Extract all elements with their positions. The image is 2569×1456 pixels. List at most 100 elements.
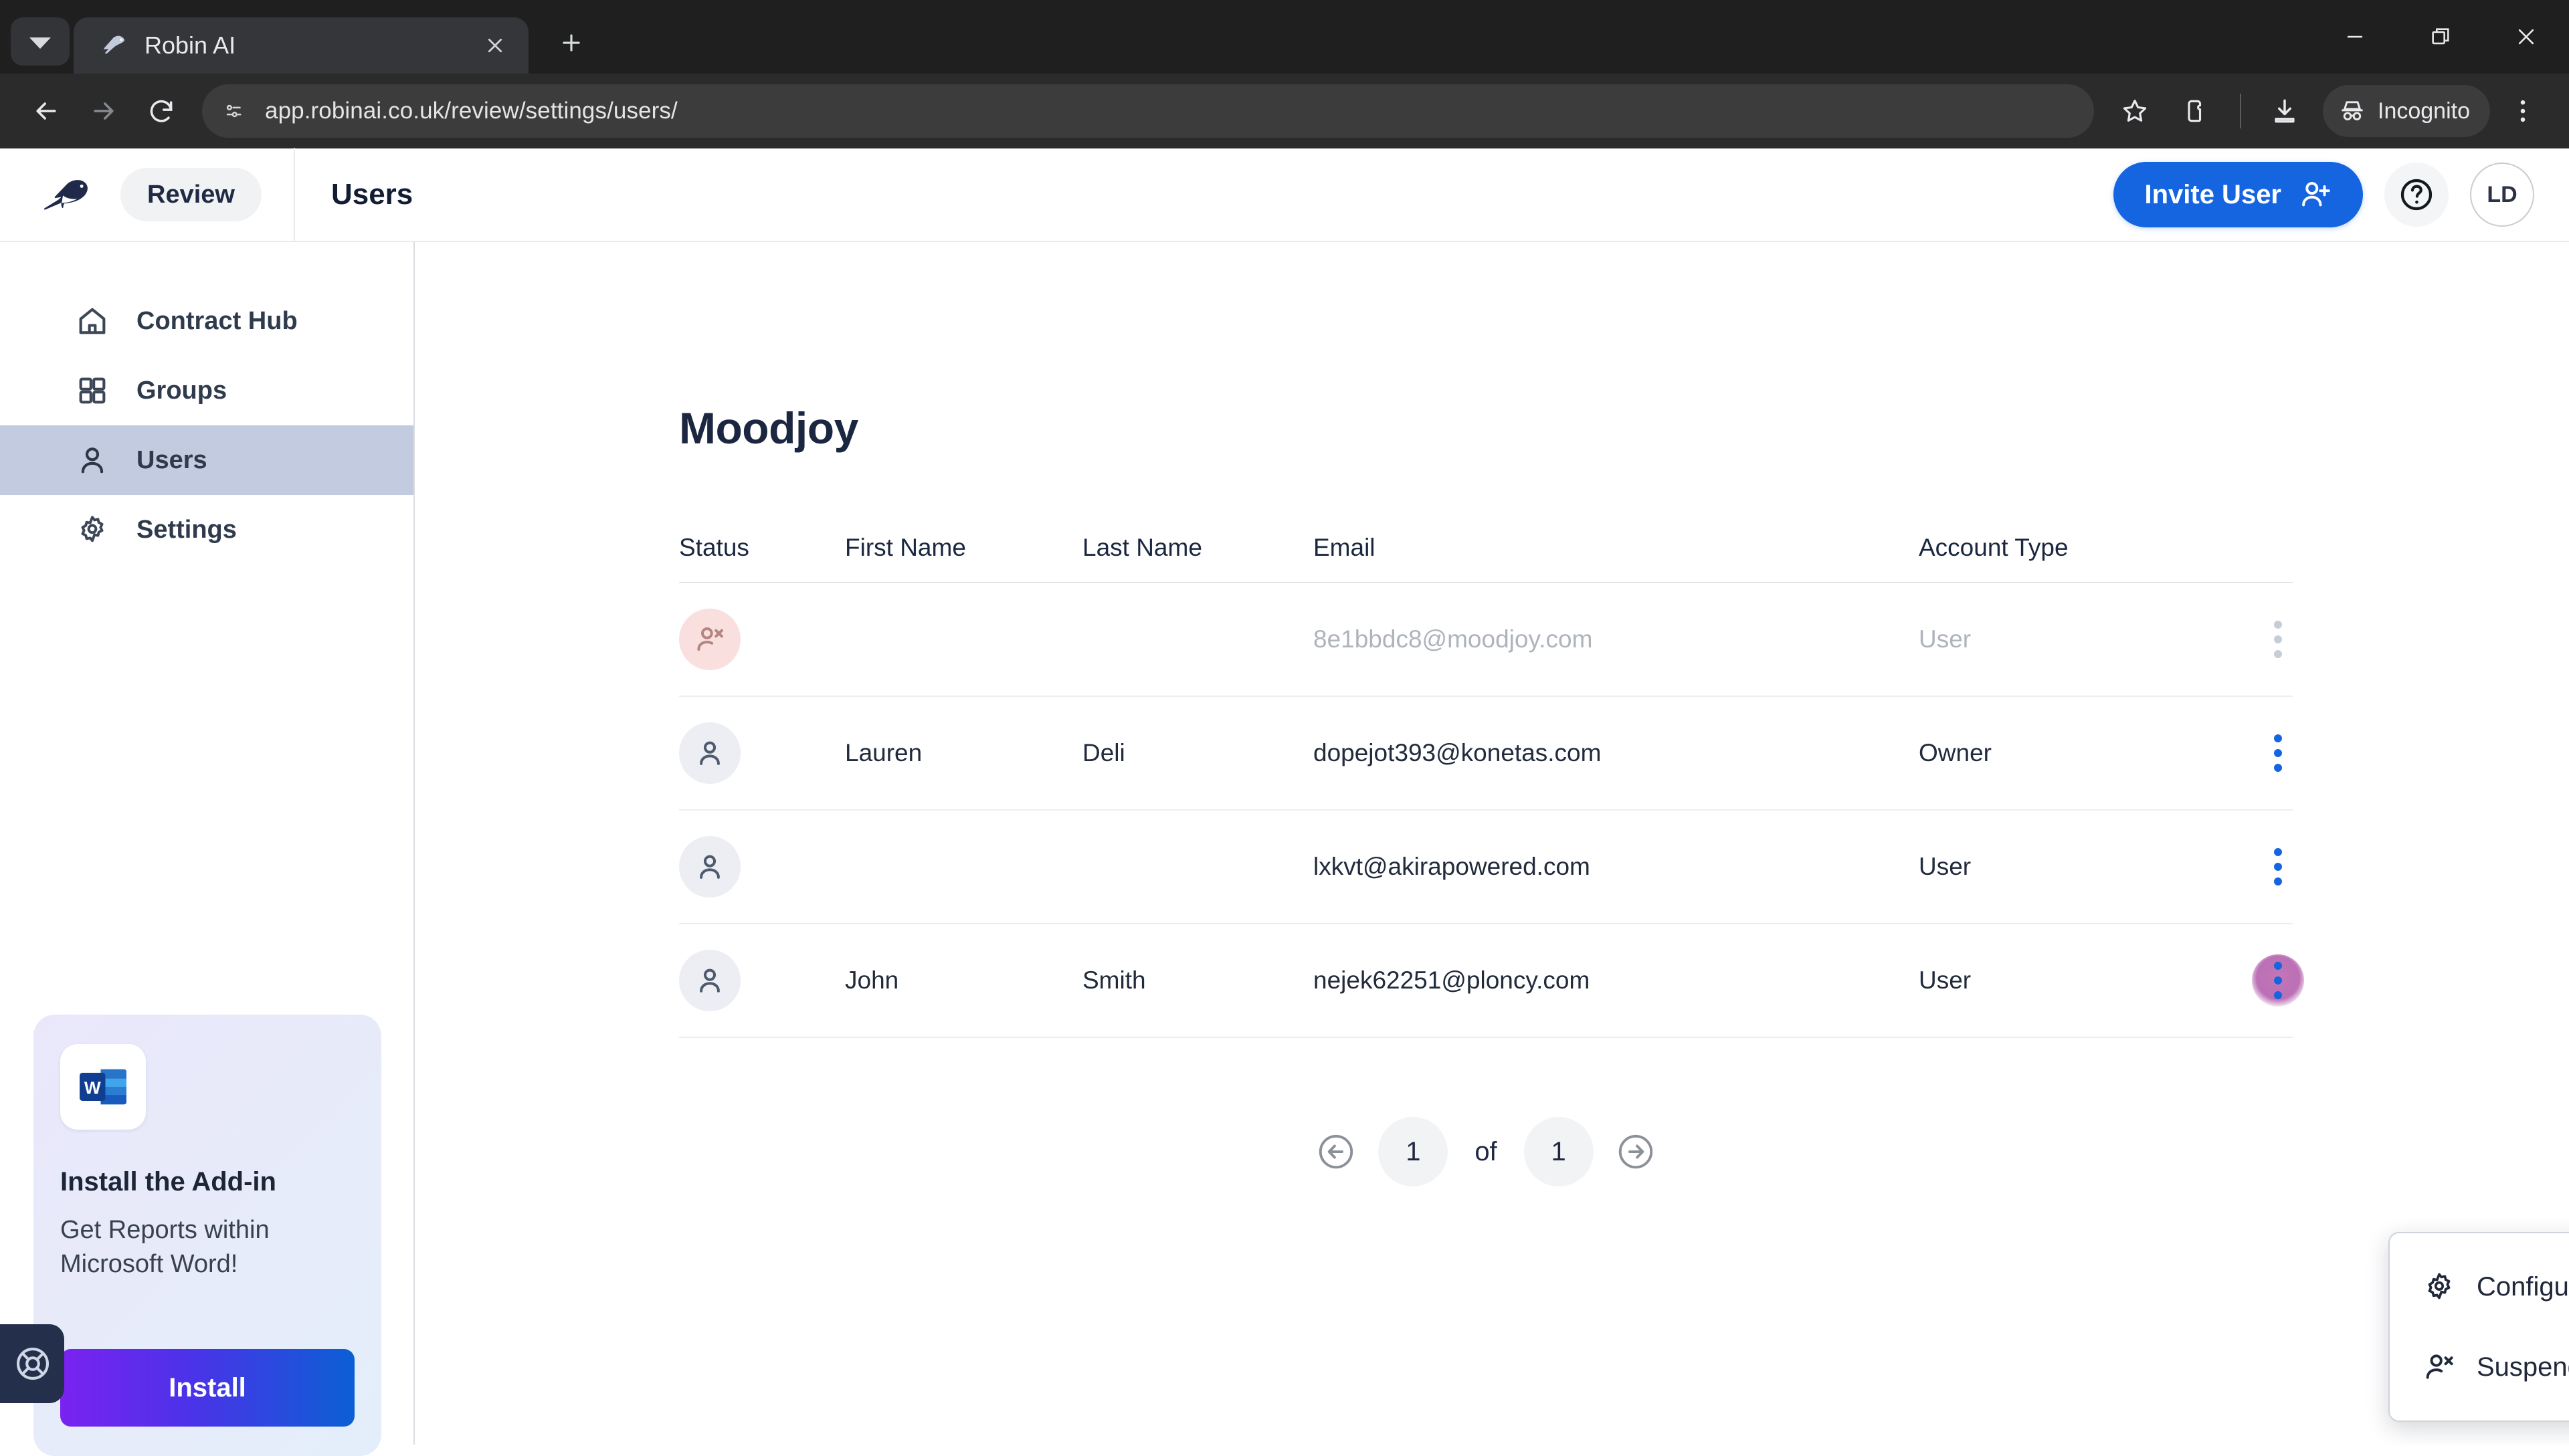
toolbar-divider [2240, 94, 2241, 128]
robin-bird-logo[interactable] [32, 174, 106, 215]
app-header: Review Users Invite User LD [0, 148, 2569, 242]
avatar[interactable]: LD [2470, 163, 2534, 227]
row-account-type: Owner [1919, 739, 1992, 766]
reload-button[interactable] [132, 82, 190, 140]
downloads-button[interactable] [2256, 82, 2313, 140]
row-first-name: John [845, 966, 899, 994]
users-table-header: Status First Name Last Name Email Accoun… [679, 534, 2293, 583]
bookmark-button[interactable] [2106, 82, 2164, 140]
sidebar-item-label: Groups [136, 376, 227, 405]
page-info-icon[interactable] [214, 91, 254, 131]
row-account-type: User [1919, 853, 1972, 880]
column-header-account-type: Account Type [1919, 534, 2069, 561]
page-title: Users [330, 178, 413, 211]
forward-button[interactable] [75, 82, 132, 140]
lifebuoy-icon [16, 1347, 50, 1380]
user-plus-icon [2302, 182, 2330, 207]
chevron-down-icon [29, 37, 51, 49]
browser-toolbar: app.robinai.co.uk/review/settings/users/… [0, 74, 2569, 148]
microsoft-word-icon: W [60, 1044, 146, 1130]
star-icon [2123, 100, 2147, 122]
install-addin-subtitle: Get Reports within Microsoft Word! [60, 1216, 270, 1278]
svg-text:W: W [84, 1078, 101, 1098]
tab-title: Robin AI [145, 31, 236, 59]
extensions-button[interactable] [2168, 82, 2225, 140]
incognito-label: Incognito [2378, 98, 2470, 124]
row-context-menu: Configure Suspend [2388, 1232, 2569, 1422]
toolbar-actions: Incognito [2106, 82, 2552, 140]
grid-icon [79, 377, 106, 404]
sidebar-item-contract-hub[interactable]: Contract Hub [0, 286, 413, 356]
avatar-initials: LD [2487, 181, 2517, 207]
table-row[interactable]: Lauren Deli dopejot393@konetas.com Owner [679, 697, 2293, 811]
browser-tab[interactable]: Robin AI [74, 17, 529, 74]
forward-arrow-icon [94, 102, 114, 120]
menu-item-configure[interactable]: Configure [2390, 1247, 2569, 1327]
table-row[interactable]: John Smith nejek62251@ploncy.com User [679, 924, 2304, 1038]
row-status [679, 836, 845, 898]
row-last-name: Smith [1082, 966, 1146, 994]
column-header-status: Status [679, 534, 749, 561]
row-status [679, 950, 845, 1011]
close-window-button[interactable] [2483, 0, 2569, 74]
menu-item-label: Configure [2477, 1271, 2569, 1302]
browser-window: Robin AI app.robinai.co.uk/review/settin… [0, 0, 2569, 1456]
sidebar-item-users[interactable]: Users [0, 425, 413, 495]
robin-ai-app: Review Users Invite User LD Contract Hub… [0, 148, 2569, 1456]
install-button[interactable]: Install [60, 1349, 355, 1427]
row-email: lxkvt@akirapowered.com [1313, 853, 1590, 880]
pagination-next-button[interactable] [1608, 1124, 1663, 1179]
app-body: Contract Hub Groups Users Settings W Ins… [0, 242, 2569, 1456]
table-row[interactable]: 8e1bbdc8@moodjoy.com User [679, 583, 2293, 697]
sidebar-item-groups[interactable]: Groups [0, 356, 413, 425]
user-icon [81, 447, 104, 474]
row-account-type: User [1919, 966, 1972, 994]
circle-left-arrow-icon [1319, 1134, 1353, 1169]
pagination-prev-button[interactable] [1309, 1124, 1363, 1179]
row-email: nejek62251@ploncy.com [1313, 966, 1590, 994]
row-menu-button[interactable] [2252, 613, 2304, 665]
workspace-switcher[interactable]: Review [120, 168, 262, 221]
menu-item-suspend[interactable]: Suspend [2390, 1327, 2569, 1407]
sidebar-item-label: Settings [136, 515, 237, 544]
row-menu-button[interactable] [2252, 954, 2304, 1007]
close-icon[interactable] [476, 27, 514, 64]
new-tab-button[interactable] [545, 16, 598, 70]
pagination-total-pages[interactable]: 1 [1523, 1117, 1594, 1186]
download-icon [2275, 99, 2295, 123]
question-circle-icon [2400, 179, 2433, 211]
row-email: 8e1bbdc8@moodjoy.com [1313, 625, 1593, 653]
minimize-button[interactable] [2312, 0, 2398, 74]
pagination-current-page[interactable]: 1 [1378, 1117, 1448, 1186]
gear-icon [81, 516, 104, 542]
install-addin-title: Install the Add-in [60, 1167, 276, 1197]
support-button[interactable] [0, 1324, 64, 1403]
address-bar-url: app.robinai.co.uk/review/settings/users/ [265, 98, 678, 124]
plus-icon [563, 34, 580, 51]
sidebar-item-settings[interactable]: Settings [0, 495, 413, 564]
reload-icon [150, 100, 173, 122]
pagination: 1 of 1 [679, 1117, 2293, 1186]
incognito-indicator[interactable]: Incognito [2323, 85, 2490, 137]
address-bar[interactable]: app.robinai.co.uk/review/settings/users/ [202, 84, 2094, 138]
invite-user-button[interactable]: Invite User [2113, 162, 2363, 227]
browser-menu-button[interactable] [2494, 82, 2552, 140]
header-divider [293, 148, 295, 241]
three-dot-vertical-icon [2520, 100, 2526, 122]
robin-bird-icon [99, 30, 130, 61]
row-menu-button[interactable] [2252, 727, 2304, 779]
user-icon [679, 836, 741, 898]
row-email: dopejot393@konetas.com [1313, 739, 1602, 766]
column-header-first-name: First Name [845, 534, 966, 561]
back-button[interactable] [17, 82, 75, 140]
workspace-label: Review [147, 180, 235, 209]
table-row[interactable]: lxkvt@akirapowered.com User [679, 811, 2293, 924]
help-button[interactable] [2384, 163, 2449, 227]
column-header-email: Email [1313, 534, 1375, 561]
maximize-button[interactable] [2398, 0, 2483, 74]
row-status [679, 722, 845, 784]
row-menu-button[interactable] [2252, 841, 2304, 893]
circle-right-arrow-icon [1618, 1134, 1652, 1169]
install-button-label: Install [169, 1372, 246, 1402]
tab-search-button[interactable] [11, 17, 70, 66]
